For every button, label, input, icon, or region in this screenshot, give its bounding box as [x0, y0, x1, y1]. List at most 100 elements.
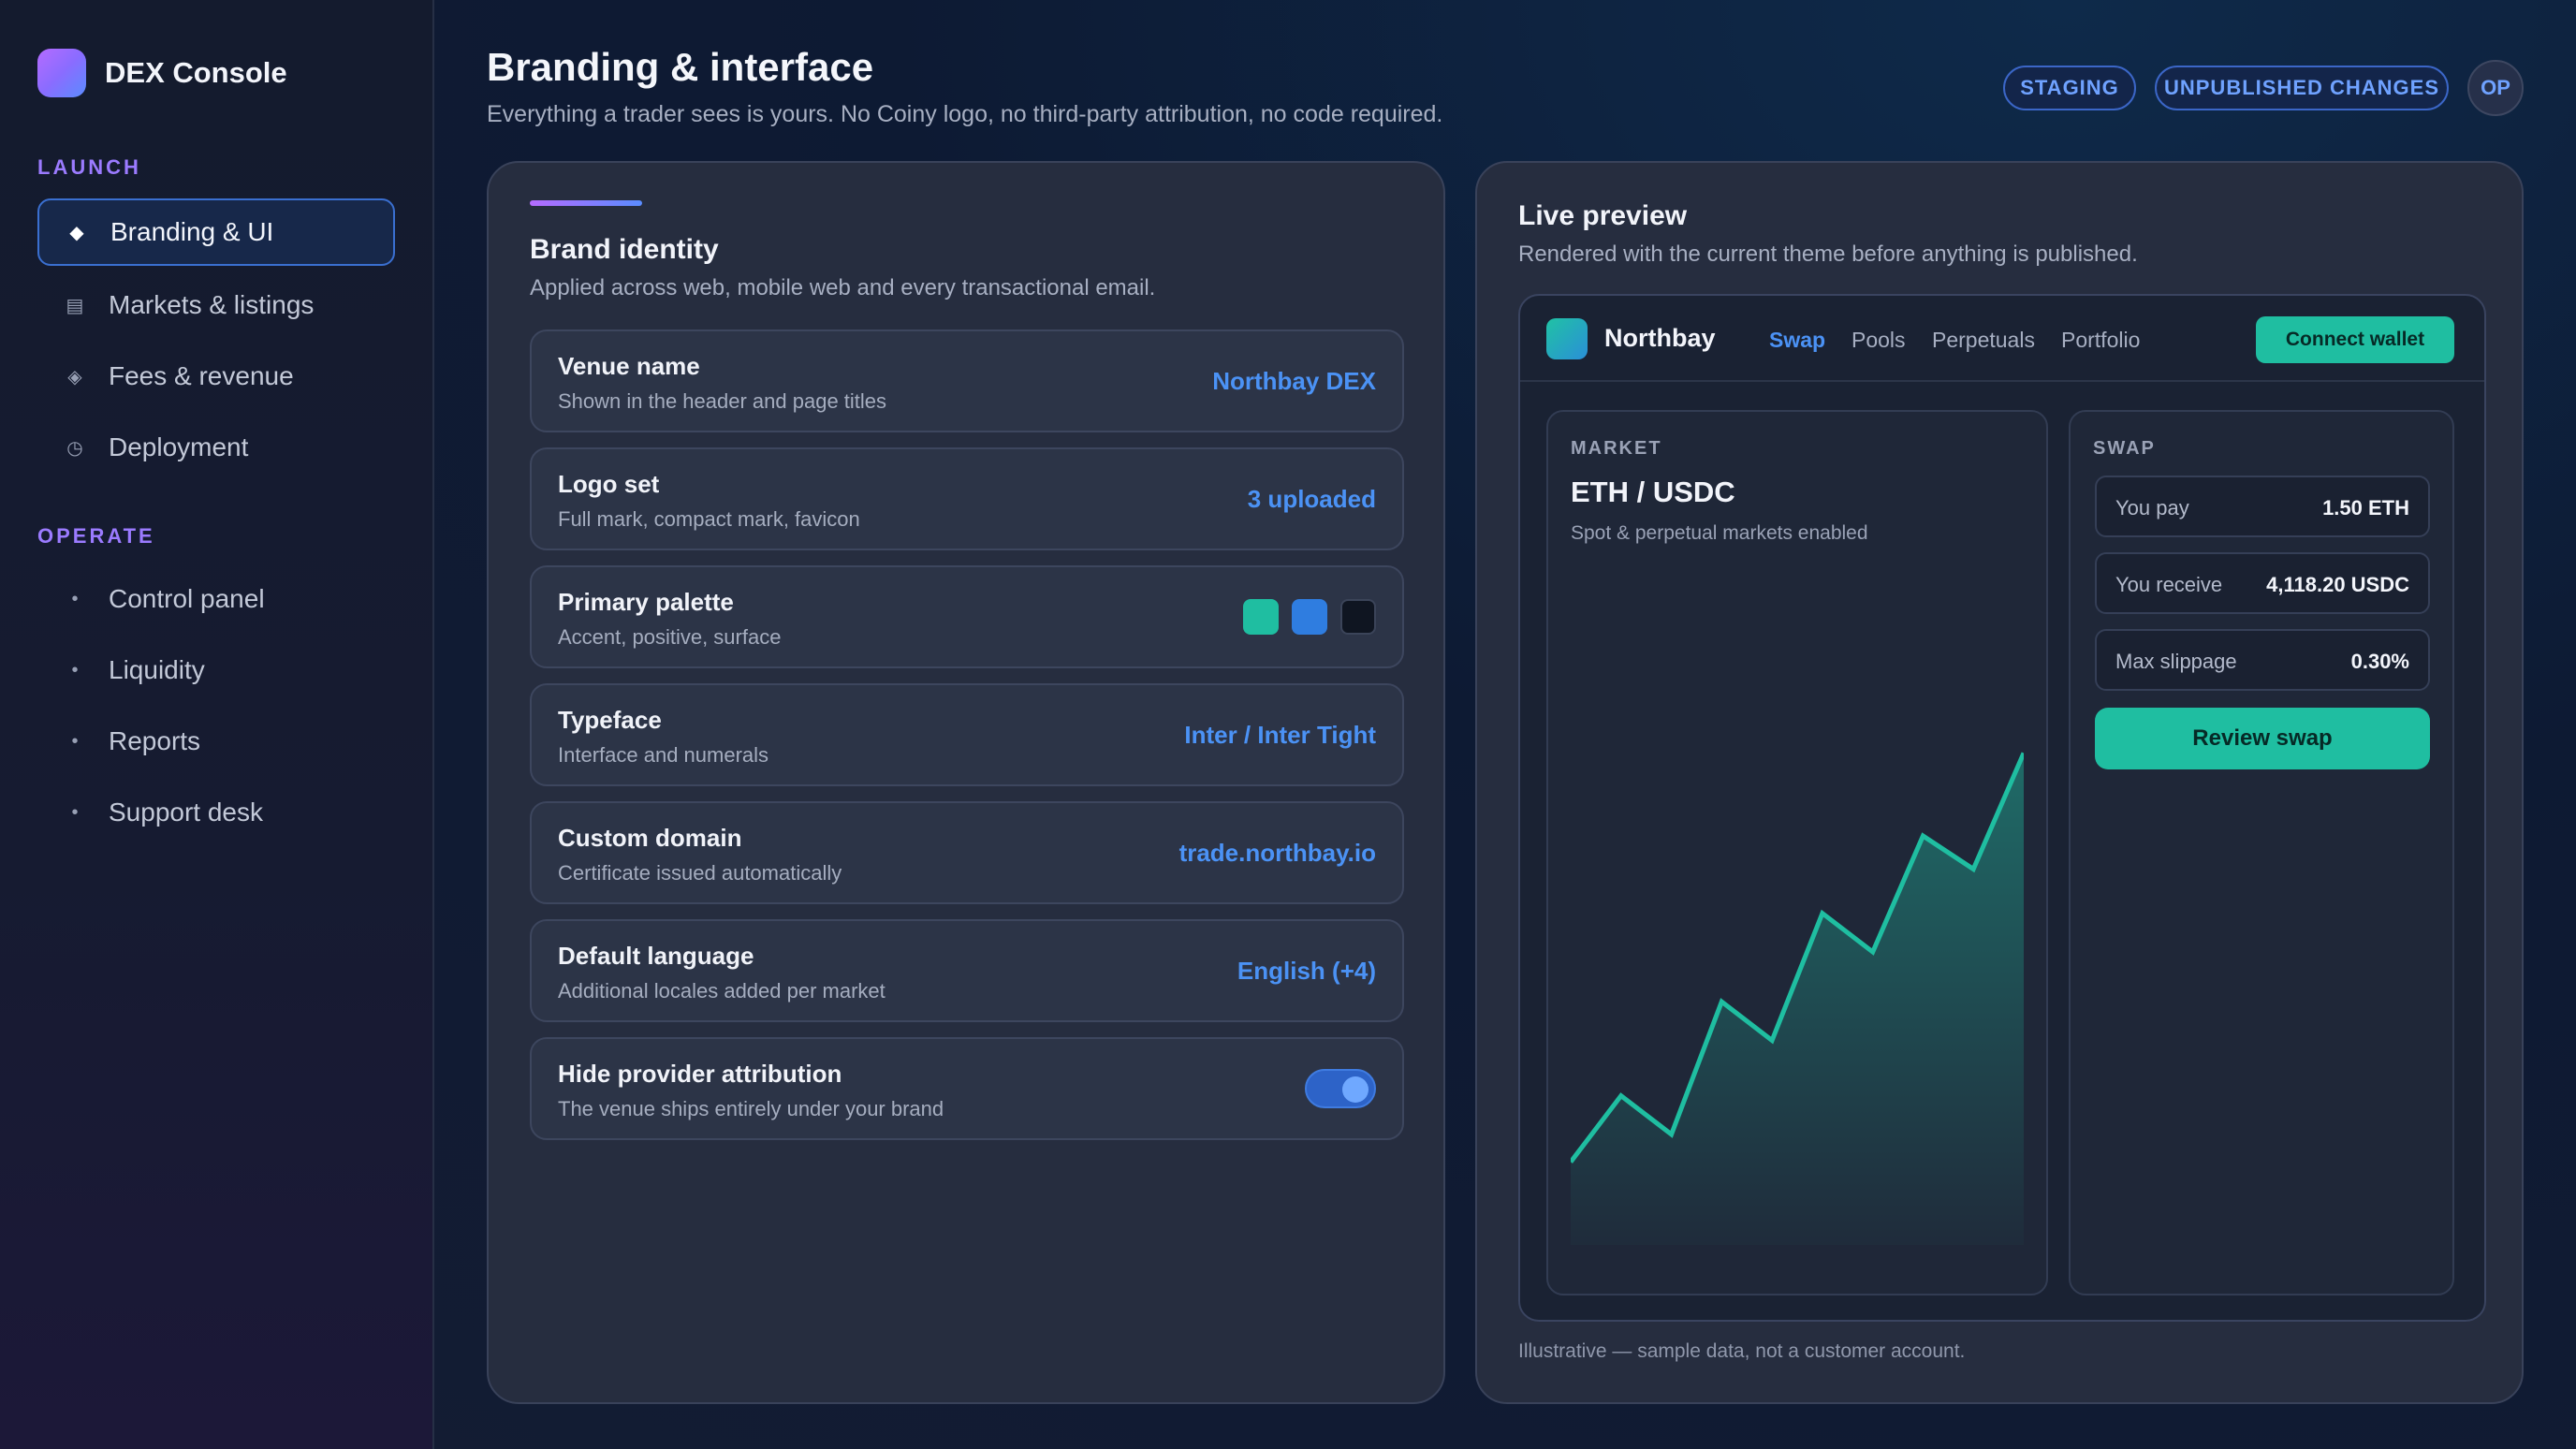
field-label: You pay [2115, 496, 2189, 520]
app-logo-icon [37, 49, 86, 97]
setting-desc: The venue ships entirely under your bran… [558, 1097, 944, 1120]
surface-swatch[interactable] [1340, 599, 1376, 635]
chart-area [1571, 753, 2024, 1245]
sidebar-item-deployment[interactable]: ◷ Deployment [37, 414, 395, 481]
sidebar-item-branding[interactable]: ◆ Branding & UI [37, 198, 395, 266]
sidebar-item-control-panel[interactable]: • Control panel [37, 565, 395, 633]
preview-footnote: Illustrative — sample data, not a custom… [1518, 1340, 1966, 1362]
clock-icon: ◷ [66, 437, 83, 459]
setting-desc: Full mark, compact mark, favicon [558, 507, 860, 531]
sidebar-item-label: Fees & revenue [109, 361, 294, 390]
setting-title: Custom domain [558, 824, 742, 852]
positive-swatch[interactable] [1292, 599, 1327, 635]
setting-title: Default language [558, 942, 754, 970]
panel-subtitle: Rendered with the current theme before a… [1518, 242, 2138, 267]
typeface-value[interactable]: Inter / Inter Tight [1184, 721, 1376, 750]
setting-row-hide-attribution[interactable]: Hide provider attribution The venue ship… [530, 1037, 1404, 1140]
market-label: MARKET [1571, 438, 1662, 459]
preview-topbar: Northbay Swap Pools Perpetuals Portfolio… [1520, 296, 2484, 382]
accent-swatch[interactable] [1243, 599, 1279, 635]
swap-card: SWAP You pay 1.50 ETH You receive 4,118.… [2069, 410, 2454, 1295]
sidebar-item-liquidity[interactable]: • Liquidity [37, 637, 395, 704]
unpublished-changes-badge[interactable]: UNPUBLISHED CHANGES [2155, 66, 2449, 110]
setting-row-venue-name[interactable]: Venue name Shown in the header and page … [530, 329, 1404, 432]
market-subtitle: Spot & perpetual markets enabled [1571, 522, 1868, 544]
custom-domain-value[interactable]: trade.northbay.io [1179, 839, 1376, 868]
sidebar-item-label: Markets & listings [109, 290, 315, 319]
sidebar-item-fees[interactable]: ◈ Fees & revenue [37, 343, 395, 410]
preview-nav-pools[interactable]: Pools [1852, 328, 1906, 353]
logo-set-value[interactable]: 3 uploaded [1248, 485, 1376, 514]
northbay-logo-icon [1546, 318, 1588, 359]
setting-desc: Certificate issued automatically [558, 861, 842, 885]
sidebar-item-reports[interactable]: • Reports [37, 708, 395, 775]
sidebar-item-label: Deployment [109, 432, 249, 461]
sidebar-item-label: Support desk [109, 798, 263, 827]
panel-title: Live preview [1518, 200, 1688, 231]
field-value: 1.50 ETH [2322, 496, 2409, 520]
setting-desc: Interface and numerals [558, 743, 769, 767]
market-card: MARKET ETH / USDC Spot & perpetual marke… [1546, 410, 2048, 1295]
connect-wallet-button[interactable]: Connect wallet [2256, 316, 2454, 363]
market-pair: ETH / USDC [1571, 476, 1735, 508]
sidebar-item-label: Reports [109, 726, 201, 755]
setting-title: Typeface [558, 706, 662, 734]
sidebar-item-support-desk[interactable]: • Support desk [37, 779, 395, 846]
sidebar-item-markets[interactable]: ▤ Markets & listings [37, 271, 395, 339]
section-label-launch: LAUNCH [37, 155, 141, 179]
bullet-icon: • [71, 588, 79, 609]
setting-title: Hide provider attribution [558, 1060, 842, 1088]
section-label-operate: OPERATE [37, 524, 155, 548]
bullet-icon: • [71, 659, 79, 681]
sidebar-item-label: Control panel [109, 584, 265, 613]
sidebar-item-label: Branding & UI [110, 217, 274, 246]
app-name: DEX Console [105, 56, 287, 89]
list-icon: ▤ [66, 295, 84, 316]
bullet-icon: • [71, 730, 79, 752]
page-subtitle: Everything a trader sees is yours. No Co… [487, 101, 1443, 127]
preview-brand-name: Northbay [1604, 324, 1716, 352]
setting-row-custom-domain[interactable]: Custom domain Certificate issued automat… [530, 801, 1404, 904]
default-language-value[interactable]: English (+4) [1237, 957, 1376, 986]
palette-swatches [1243, 599, 1376, 635]
panel-title: Brand identity [530, 234, 719, 265]
panel-subtitle: Applied across web, mobile web and every… [530, 275, 1156, 300]
setting-row-logo-set[interactable]: Logo set Full mark, compact mark, favico… [530, 447, 1404, 550]
toggle-knob [1342, 1076, 1368, 1103]
setting-title: Venue name [558, 352, 700, 380]
you-receive-field[interactable]: You receive 4,118.20 USDC [2095, 552, 2430, 614]
preview-nav-portfolio[interactable]: Portfolio [2061, 328, 2140, 353]
diamond-icon: ◆ [69, 222, 84, 243]
avatar[interactable]: OP [2467, 60, 2524, 116]
field-label: Max slippage [2115, 650, 2237, 673]
preview-frame: Northbay Swap Pools Perpetuals Portfolio… [1518, 294, 2486, 1322]
swap-label: SWAP [2093, 438, 2156, 459]
bullet-icon: • [71, 801, 79, 823]
setting-row-default-language[interactable]: Default language Additional locales adde… [530, 919, 1404, 1022]
staging-badge: STAGING [2003, 66, 2136, 110]
setting-title: Logo set [558, 470, 660, 498]
brand-identity-panel: Brand identity Applied across web, mobil… [487, 161, 1445, 1404]
accent-bar [530, 200, 642, 206]
review-swap-button[interactable]: Review swap [2095, 708, 2430, 769]
setting-desc: Accent, positive, surface [558, 625, 782, 649]
page-title: Branding & interface [487, 45, 874, 89]
live-preview-panel: Live preview Rendered with the current t… [1475, 161, 2524, 1404]
setting-desc: Additional locales added per market [558, 979, 886, 1003]
price-chart [1571, 752, 2024, 1245]
preview-nav-perpetuals[interactable]: Perpetuals [1932, 328, 2035, 353]
sidebar-item-label: Liquidity [109, 655, 205, 684]
field-label: You receive [2115, 573, 2223, 596]
setting-row-typeface[interactable]: Typeface Interface and numerals Inter / … [530, 683, 1404, 786]
hide-attribution-toggle[interactable] [1305, 1069, 1376, 1108]
diamond-outline-icon: ◈ [67, 366, 82, 388]
setting-row-primary-palette[interactable]: Primary palette Accent, positive, surfac… [530, 565, 1404, 668]
sidebar: DEX Console LAUNCH ◆ Branding & UI ▤ Mar… [0, 0, 434, 1449]
preview-nav-swap[interactable]: Swap [1769, 328, 1825, 353]
field-value: 4,118.20 USDC [2266, 573, 2409, 596]
you-pay-field[interactable]: You pay 1.50 ETH [2095, 476, 2430, 537]
max-slippage-field[interactable]: Max slippage 0.30% [2095, 629, 2430, 691]
setting-desc: Shown in the header and page titles [558, 389, 887, 413]
venue-name-value[interactable]: Northbay DEX [1212, 367, 1376, 396]
setting-title: Primary palette [558, 588, 734, 616]
